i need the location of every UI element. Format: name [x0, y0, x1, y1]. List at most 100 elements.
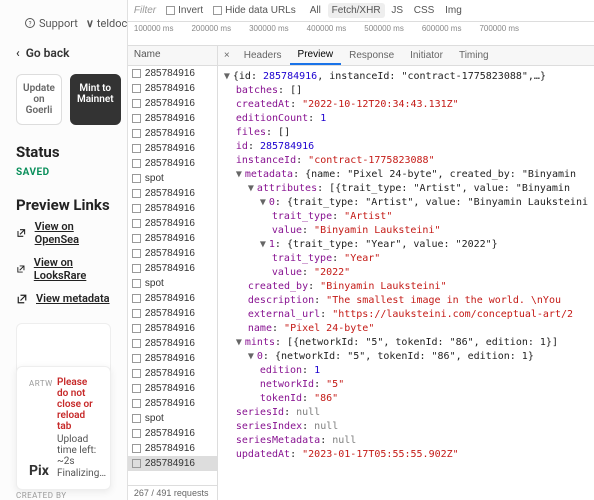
artwork-label: ARTW [29, 379, 53, 388]
request-name: 285784916 [145, 308, 195, 319]
request-row[interactable]: 285784916 [128, 456, 217, 471]
row-checkbox[interactable] [132, 429, 141, 438]
invert-checkbox[interactable]: Invert [166, 5, 203, 16]
request-name: spot [145, 173, 164, 184]
link-label: View on LooksRare [34, 256, 111, 282]
row-checkbox[interactable] [132, 339, 141, 348]
row-checkbox[interactable] [132, 354, 141, 363]
timeline-tick: 300000 ms [249, 24, 289, 33]
request-name: 285784916 [145, 233, 195, 244]
request-row[interactable]: 285784916 [128, 186, 217, 201]
detail-tabs: × Headers Preview Response Initiator Tim… [218, 46, 594, 66]
upload-time-left: Upload time left: ~2s [57, 434, 98, 467]
row-checkbox[interactable] [132, 174, 141, 183]
update-goerli-button[interactable]: Update on Goerli [16, 74, 62, 125]
tab-headers[interactable]: Headers [236, 47, 290, 64]
row-checkbox[interactable] [132, 324, 141, 333]
request-row[interactable]: 285784916 [128, 306, 217, 321]
request-row[interactable]: 285784916 [128, 201, 217, 216]
request-name: 285784916 [145, 398, 195, 409]
request-name: 285784916 [145, 203, 195, 214]
request-row[interactable]: 285784916 [128, 291, 217, 306]
row-checkbox[interactable] [132, 144, 141, 153]
metadata-link[interactable]: View metadata [16, 292, 111, 305]
request-row[interactable]: spot [128, 276, 217, 291]
row-checkbox[interactable] [132, 294, 141, 303]
row-checkbox[interactable] [132, 129, 141, 138]
request-row[interactable]: 285784916 [128, 396, 217, 411]
request-row[interactable]: 285784916 [128, 366, 217, 381]
request-row[interactable]: 285784916 [128, 321, 217, 336]
row-checkbox[interactable] [132, 279, 141, 288]
request-name: 285784916 [145, 323, 195, 334]
request-row[interactable]: 285784916 [128, 261, 217, 276]
row-checkbox[interactable] [132, 369, 141, 378]
tab-initiator[interactable]: Initiator [402, 47, 451, 64]
json-preview[interactable]: ▼{id: 285784916, instanceId: "contract-1… [218, 66, 594, 500]
request-name: 285784916 [145, 128, 195, 139]
row-checkbox[interactable] [132, 189, 141, 198]
row-checkbox[interactable] [132, 249, 141, 258]
row-checkbox[interactable] [132, 114, 141, 123]
request-name: 285784916 [145, 113, 195, 124]
filter-css[interactable]: CSS [410, 3, 439, 18]
row-checkbox[interactable] [132, 384, 141, 393]
status-title: Status [16, 143, 111, 161]
row-checkbox[interactable] [132, 219, 141, 228]
request-row[interactable]: 285784916 [128, 141, 217, 156]
request-row[interactable]: 285784916 [128, 426, 217, 441]
row-checkbox[interactable] [132, 99, 141, 108]
tab-preview[interactable]: Preview [290, 46, 342, 65]
filter-js[interactable]: JS [387, 3, 407, 18]
row-checkbox[interactable] [132, 264, 141, 273]
looksrare-link[interactable]: View on LooksRare [16, 256, 111, 282]
hide-data-urls-checkbox[interactable]: Hide data URLs [213, 5, 296, 16]
request-name: 285784916 [145, 338, 195, 349]
filter-fetch-xhr[interactable]: Fetch/XHR [328, 3, 385, 18]
close-icon[interactable]: × [218, 50, 236, 61]
support-link[interactable]: ? Support [24, 17, 78, 30]
request-row[interactable]: spot [128, 171, 217, 186]
row-checkbox[interactable] [132, 459, 141, 468]
row-checkbox[interactable] [132, 234, 141, 243]
request-row[interactable]: 285784916 [128, 216, 217, 231]
request-row[interactable]: 285784916 [128, 381, 217, 396]
row-checkbox[interactable] [132, 399, 141, 408]
request-row[interactable]: spot [128, 411, 217, 426]
filter-img[interactable]: Img [441, 3, 466, 18]
name-column-header[interactable]: Name [128, 46, 217, 66]
row-checkbox[interactable] [132, 444, 141, 453]
tab-response[interactable]: Response [341, 47, 402, 64]
row-checkbox[interactable] [132, 84, 141, 93]
request-row[interactable]: 285784916 [128, 111, 217, 126]
request-row[interactable]: 285784916 [128, 126, 217, 141]
row-checkbox[interactable] [132, 159, 141, 168]
row-checkbox[interactable] [132, 69, 141, 78]
request-name: 285784916 [145, 218, 195, 229]
request-row[interactable]: 285784916 [128, 336, 217, 351]
request-row[interactable]: 285784916 [128, 66, 217, 81]
request-name: 285784916 [145, 458, 195, 469]
filter-input[interactable]: Filter [134, 5, 156, 16]
go-back-button[interactable]: ‹ Go back [16, 46, 111, 60]
external-link-icon [16, 227, 27, 239]
request-name: spot [145, 413, 164, 424]
timeline-tick: 200000 ms [191, 24, 231, 33]
row-checkbox[interactable] [132, 204, 141, 213]
row-checkbox[interactable] [132, 414, 141, 423]
teldocs-dropdown[interactable]: ∨ teldocs ▾ [86, 17, 128, 30]
tab-timing[interactable]: Timing [451, 47, 497, 64]
request-row[interactable]: 285784916 [128, 231, 217, 246]
request-row[interactable]: 285784916 [128, 96, 217, 111]
request-row[interactable]: 285784916 [128, 246, 217, 261]
opensea-link[interactable]: View on OpenSea [16, 220, 111, 246]
mint-mainnet-button[interactable]: Mint to Mainnet [70, 74, 121, 125]
request-row[interactable]: 285784916 [128, 81, 217, 96]
request-row[interactable]: 285784916 [128, 156, 217, 171]
network-timeline[interactable]: 100000 ms 200000 ms 300000 ms 400000 ms … [128, 22, 594, 46]
svg-text:?: ? [29, 20, 32, 27]
request-row[interactable]: 285784916 [128, 351, 217, 366]
row-checkbox[interactable] [132, 309, 141, 318]
request-row[interactable]: 285784916 [128, 441, 217, 456]
filter-all[interactable]: All [306, 3, 325, 18]
